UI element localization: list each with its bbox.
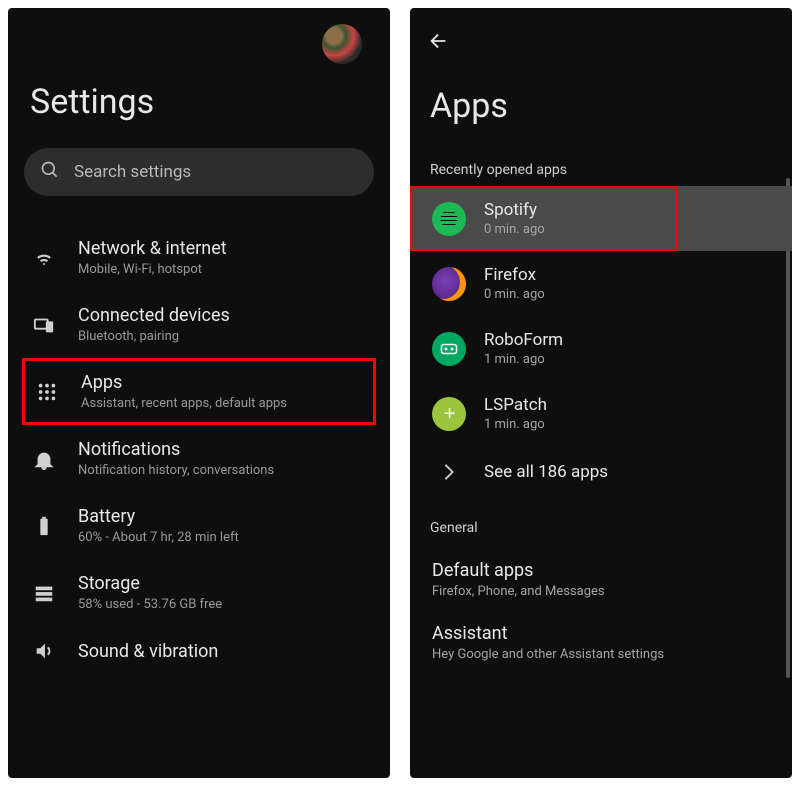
settings-item-connected-devices[interactable]: Connected devices Bluetooth, pairing — [14, 291, 384, 358]
app-sub: 0 min. ago — [484, 222, 770, 237]
page-title: Apps — [410, 86, 792, 162]
item-sub: 60% - About 7 hr, 28 min left — [78, 530, 366, 545]
sound-icon — [32, 640, 56, 662]
app-sub: 0 min. ago — [484, 287, 770, 302]
app-item-firefox[interactable]: Firefox 0 min. ago — [410, 251, 792, 316]
profile-avatar[interactable] — [322, 24, 362, 64]
lspatch-icon — [432, 397, 466, 431]
section-recent-label: Recently opened apps — [410, 162, 792, 186]
item-sub: Firefox, Phone, and Messages — [432, 584, 770, 599]
see-all-apps[interactable]: See all 186 apps — [410, 446, 792, 498]
item-title: Assistant — [432, 623, 770, 644]
app-item-roboform[interactable]: RoboForm 1 min. ago — [410, 316, 792, 381]
scrollbar[interactable] — [786, 178, 790, 678]
item-sub: Hey Google and other Assistant settings — [432, 647, 770, 662]
search-icon — [40, 160, 60, 184]
bell-icon — [32, 448, 56, 470]
back-button[interactable] — [410, 20, 792, 86]
item-title: Connected devices — [78, 305, 366, 326]
search-placeholder: Search settings — [74, 162, 191, 182]
apps-screen: Apps Recently opened apps Spotify 0 min.… — [410, 8, 792, 778]
general-item-assistant[interactable]: Assistant Hey Google and other Assistant… — [410, 613, 792, 676]
section-general-label: General — [410, 498, 792, 550]
item-sub: Mobile, Wi-Fi, hotspot — [78, 262, 366, 277]
app-item-lspatch[interactable]: LSPatch 1 min. ago — [410, 381, 792, 446]
settings-item-sound[interactable]: Sound & vibration — [14, 626, 384, 676]
recent-apps-list: Spotify 0 min. ago Firefox 0 min. ago Ro… — [410, 186, 792, 498]
settings-item-network[interactable]: Network & internet Mobile, Wi-Fi, hotspo… — [14, 224, 384, 291]
settings-screen: Settings Search settings Network & inter… — [8, 8, 390, 778]
chevron-right-icon — [432, 463, 466, 481]
page-title: Settings — [8, 82, 390, 148]
item-title: Sound & vibration — [78, 641, 366, 662]
item-title: Network & internet — [78, 238, 366, 259]
storage-icon — [32, 582, 56, 604]
app-sub: 1 min. ago — [484, 352, 770, 367]
avatar-row — [8, 20, 390, 82]
settings-list: Network & internet Mobile, Wi-Fi, hotspo… — [8, 224, 390, 676]
app-name: LSPatch — [484, 395, 770, 415]
item-sub: Notification history, conversations — [78, 463, 366, 478]
general-item-default-apps[interactable]: Default apps Firefox, Phone, and Message… — [410, 550, 792, 613]
roboform-icon — [432, 332, 466, 366]
settings-item-battery[interactable]: Battery 60% - About 7 hr, 28 min left — [14, 492, 384, 559]
see-all-label: See all 186 apps — [484, 462, 608, 482]
wifi-icon — [32, 247, 56, 269]
app-name: RoboForm — [484, 330, 770, 350]
app-item-spotify[interactable]: Spotify 0 min. ago — [410, 186, 792, 251]
app-sub: 1 min. ago — [484, 417, 770, 432]
item-title: Apps — [81, 372, 363, 393]
item-title: Storage — [78, 573, 366, 594]
settings-item-notifications[interactable]: Notifications Notification history, conv… — [14, 425, 384, 492]
item-title: Default apps — [432, 560, 770, 581]
battery-icon — [32, 515, 56, 537]
item-sub: Assistant, recent apps, default apps — [81, 396, 363, 411]
item-title: Battery — [78, 506, 366, 527]
app-name: Spotify — [484, 200, 770, 220]
item-sub: 58% used - 53.76 GB free — [78, 597, 366, 612]
settings-item-storage[interactable]: Storage 58% used - 53.76 GB free — [14, 559, 384, 626]
apps-icon — [35, 381, 59, 403]
devices-icon — [32, 314, 56, 336]
settings-item-apps[interactable]: Apps Assistant, recent apps, default app… — [22, 358, 376, 425]
item-sub: Bluetooth, pairing — [78, 329, 366, 344]
spotify-icon — [432, 202, 466, 236]
app-name: Firefox — [484, 265, 770, 285]
item-title: Notifications — [78, 439, 366, 460]
firefox-icon — [432, 267, 466, 301]
search-input[interactable]: Search settings — [24, 148, 374, 196]
